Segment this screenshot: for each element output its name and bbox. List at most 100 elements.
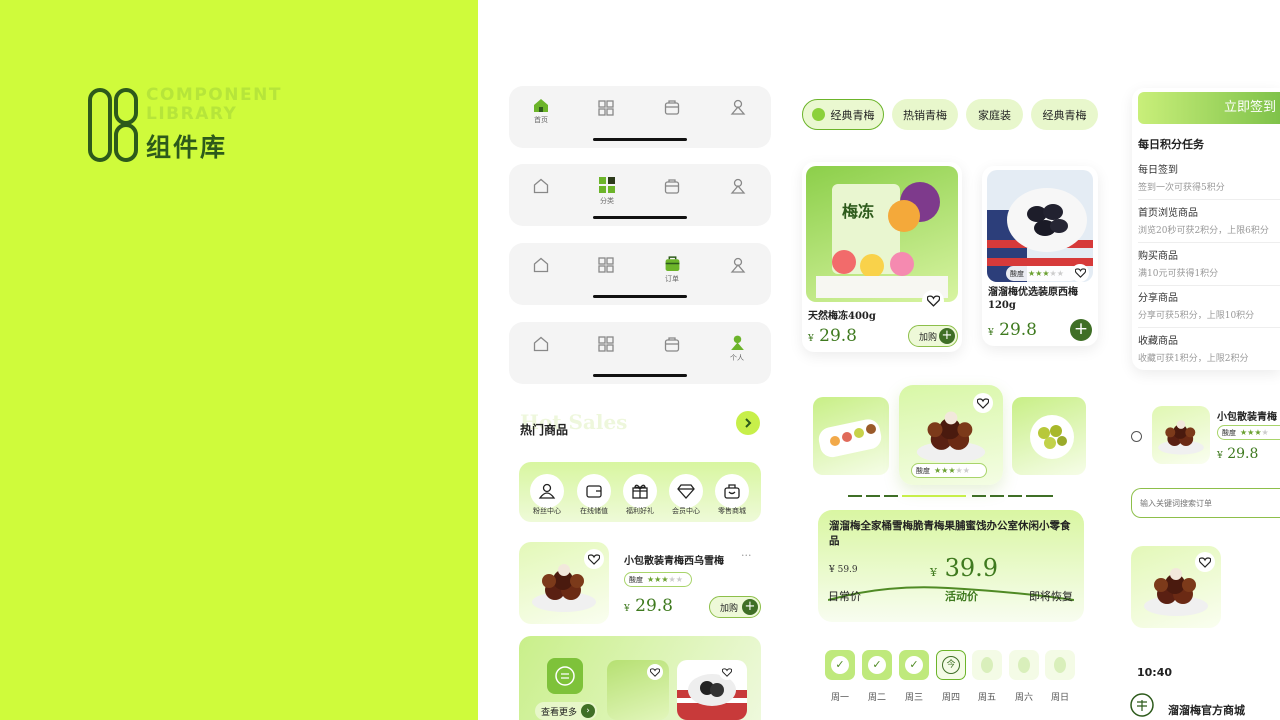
quick-entry-gift[interactable]	[623, 474, 657, 508]
task-item[interactable]: 收藏商品 收藏可获1积分，上限2积分	[1138, 332, 1280, 364]
sour-level-badge: 酸度 ★★★★★	[1006, 266, 1078, 281]
sour-label: 酸度	[1010, 269, 1024, 278]
category-icon	[599, 177, 615, 193]
deal-restore-label: 即将恢复	[1029, 590, 1073, 603]
order-search-input[interactable]	[1131, 488, 1280, 518]
add-to-cart-button[interactable]: 加购 +	[709, 596, 761, 618]
sour-stars: ★★★★	[1240, 428, 1269, 437]
category-icon[interactable]	[598, 100, 614, 116]
task-item[interactable]: 购买商品 满10元可获得1积分	[1138, 247, 1280, 286]
price-value: 29.8	[819, 326, 857, 346]
see-more-button[interactable]: 查看更多 ›	[535, 702, 597, 720]
heart-icon	[1074, 268, 1086, 278]
product-card[interactable]: 酸度 ★★★★★ 溜溜梅优选装原西梅120g ¥ 29.8 +	[982, 166, 1098, 346]
hot-sales-more-button[interactable]	[736, 411, 760, 435]
carousel-dot[interactable]	[990, 495, 1004, 497]
home-icon[interactable]	[533, 257, 549, 273]
category-icon[interactable]	[598, 257, 614, 273]
section-number-graphic	[88, 88, 138, 162]
favorite-button[interactable]	[1071, 264, 1089, 282]
tab-home[interactable]: 首页	[521, 98, 561, 125]
carousel-slide[interactable]	[1012, 397, 1086, 475]
section-title-en-line1: COMPONENT	[146, 85, 282, 105]
home-indicator	[593, 374, 687, 377]
arrow-right-icon: ›	[581, 704, 595, 718]
brand-logo-tile	[547, 658, 583, 694]
filter-pill[interactable]: 家庭装	[966, 99, 1023, 130]
checkin-day-done[interactable]: ✓	[825, 650, 855, 680]
prune-plate-image	[677, 674, 747, 720]
favorite-button[interactable]	[647, 664, 663, 680]
task-name: 首页浏览商品	[1138, 208, 1198, 219]
carousel-dot[interactable]	[884, 495, 898, 497]
checkin-day-done[interactable]: ✓	[899, 650, 929, 680]
product-thumb[interactable]	[1131, 546, 1221, 628]
carousel-dot[interactable]	[1040, 495, 1053, 497]
filter-pill-label: 家庭装	[978, 108, 1011, 122]
quick-entry-member[interactable]	[669, 474, 703, 508]
profile-icon[interactable]	[730, 257, 746, 273]
checkin-day-done[interactable]: ✓	[862, 650, 892, 680]
banner-product-image[interactable]	[677, 660, 747, 720]
carousel-dot[interactable]	[848, 495, 862, 497]
task-item[interactable]: 每日签到 签到一次可获得5积分	[1138, 161, 1280, 200]
orders-icon[interactable]	[664, 336, 680, 352]
checkin-day-today[interactable]: 今	[936, 650, 966, 680]
sour-level-badge: 酸度 ★★★★★	[624, 572, 692, 587]
currency-symbol: ¥	[624, 604, 630, 614]
orders-icon[interactable]	[664, 178, 680, 194]
category-icon[interactable]	[598, 336, 614, 352]
mini-product-image[interactable]	[1152, 406, 1210, 464]
carousel-dot[interactable]	[1008, 495, 1022, 497]
tab-category[interactable]: 分类	[587, 176, 627, 206]
tabbar-category-active: 分类	[509, 164, 771, 226]
carousel-dot[interactable]	[972, 495, 986, 497]
today-mark: 今	[942, 656, 960, 674]
section-title-en: COMPONENT LIBRARY	[146, 86, 282, 124]
quick-entry-wallet[interactable]	[577, 474, 611, 508]
mini-product-name: 小包散装青梅	[1217, 412, 1277, 423]
home-icon[interactable]	[533, 178, 549, 194]
profile-icon[interactable]	[730, 178, 746, 194]
filter-pill[interactable]: 经典青梅	[1031, 99, 1098, 130]
tab-orders[interactable]: 订单	[652, 255, 692, 284]
task-item[interactable]: 首页浏览商品浏览20秒可获2积分，上限6积分	[1138, 204, 1280, 243]
checkin-day-future[interactable]	[1045, 650, 1075, 680]
checkin-day-future[interactable]	[1009, 650, 1039, 680]
favorite-button[interactable]	[719, 664, 735, 680]
profile-icon[interactable]	[730, 99, 746, 115]
carousel-slide[interactable]	[813, 397, 889, 475]
carousel-slide-active[interactable]: 酸度 ★★★★★	[899, 385, 1003, 485]
checkin-day-future[interactable]	[972, 650, 1002, 680]
filter-pill-active[interactable]: 经典青梅	[802, 99, 884, 130]
favorite-button[interactable]	[1195, 552, 1215, 572]
task-desc: 浏览20秒可获2积分，上限6积分	[1138, 226, 1269, 236]
deal-card[interactable]: 溜溜梅全家桶雪梅脆青梅果脯蜜饯办公室休闲小零食品 ¥ 59.9 ¥ 39.9 日…	[818, 510, 1084, 622]
plus-icon: +	[742, 599, 758, 615]
home-icon[interactable]	[533, 336, 549, 352]
product-price: ¥ 29.8	[988, 320, 1037, 340]
favorite-button[interactable]	[584, 549, 604, 569]
orders-icon[interactable]	[664, 99, 680, 115]
more-options-button[interactable]: ···	[741, 549, 752, 562]
home-icon	[534, 99, 548, 112]
favorite-button[interactable]	[922, 290, 944, 312]
carousel-dot[interactable]	[866, 495, 880, 497]
add-to-cart-button[interactable]: +	[1070, 319, 1092, 341]
task-item[interactable]: 分享商品 分享可获5积分，上限10积分	[1138, 289, 1280, 328]
tab-profile[interactable]: 个人	[717, 334, 757, 363]
product-card[interactable]: 梅冻 天然梅冻400g ¥ 29.8 加购 +	[802, 162, 962, 352]
carousel-dot-active[interactable]	[902, 495, 966, 497]
checkin-now-button[interactable]: 立即签到	[1138, 92, 1280, 124]
carousel-dot[interactable]	[1026, 495, 1040, 497]
favorite-button[interactable]	[973, 393, 993, 413]
quick-entry-fans[interactable]	[530, 474, 564, 508]
tabbar-orders-active: 订单	[509, 243, 771, 305]
select-radio[interactable]	[1131, 431, 1142, 442]
filter-pill[interactable]: 热销青梅	[892, 99, 958, 130]
add-to-cart-button[interactable]: 加购 +	[908, 325, 958, 347]
quick-entry-shop[interactable]	[715, 474, 749, 508]
status-bar-time: 10:40	[1137, 666, 1173, 679]
promo-banner: 查看更多 ›	[519, 636, 761, 720]
section-title-cn: 组件库	[146, 133, 228, 162]
